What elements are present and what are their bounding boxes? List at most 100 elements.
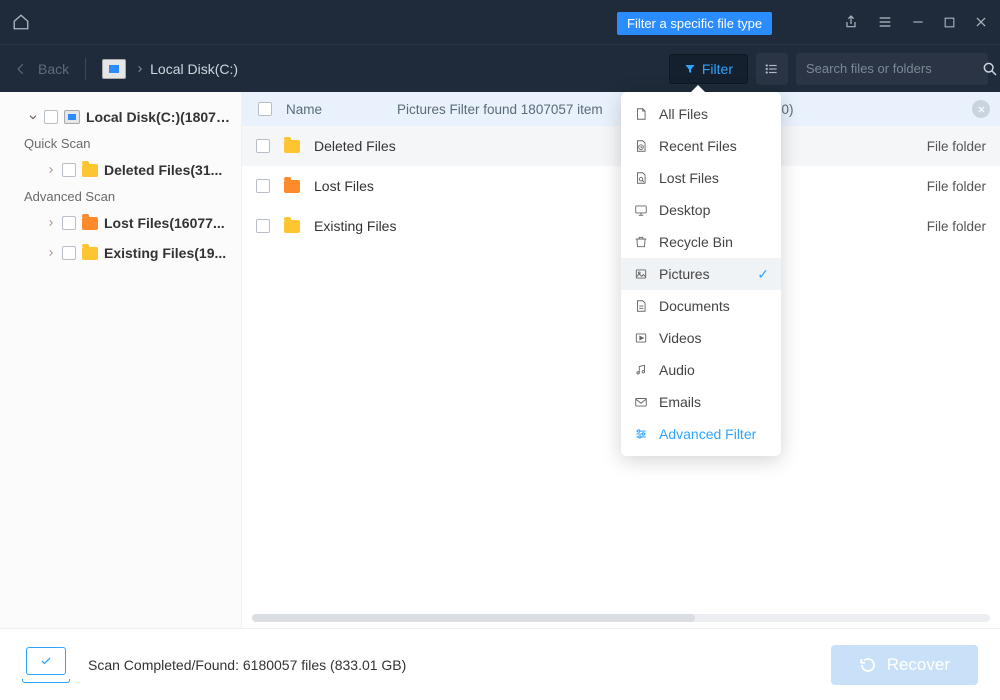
option-label: Pictures — [659, 266, 710, 282]
option-label: Documents — [659, 298, 730, 314]
sidebar: Local Disk(C:)(1807057) Quick Scan Delet… — [0, 92, 242, 628]
breadcrumb-text: Local Disk(C:) — [150, 61, 238, 77]
row-type: File folder — [927, 139, 986, 154]
folder-icon — [82, 247, 98, 260]
search-file-icon — [633, 170, 649, 186]
desktop-icon — [633, 202, 649, 218]
filter-option-recycle[interactable]: Recycle Bin — [621, 226, 781, 258]
option-label: Audio — [659, 362, 695, 378]
filter-option-videos[interactable]: Videos — [621, 322, 781, 354]
search-input[interactable] — [806, 61, 982, 76]
trash-icon — [633, 234, 649, 250]
checkbox[interactable] — [256, 179, 270, 193]
row-type: File folder — [927, 179, 986, 194]
clock-icon — [633, 138, 649, 154]
filter-label: Filter — [702, 61, 733, 77]
status-text: Scan Completed/Found: 6180057 files (833… — [88, 657, 406, 673]
chevron-right-icon[interactable] — [46, 218, 56, 228]
image-icon — [633, 266, 649, 282]
filter-option-pictures[interactable]: Pictures ✓ — [621, 258, 781, 290]
chevron-down-icon[interactable] — [28, 112, 38, 122]
tree-item[interactable]: Deleted Files(31... — [4, 155, 237, 185]
horizontal-scrollbar[interactable] — [252, 614, 990, 622]
laptop-icon — [22, 647, 70, 683]
folder-icon — [82, 164, 98, 177]
folder-icon — [82, 217, 98, 230]
titlebar — [0, 0, 1000, 44]
tree-item-label: Lost Files(16077... — [104, 215, 225, 231]
tree-group-label: Advanced Scan — [4, 185, 237, 208]
disk-icon — [64, 110, 80, 124]
checkbox[interactable] — [256, 139, 270, 153]
row-name: Lost Files — [314, 178, 374, 194]
tree-root-label: Local Disk(C:)(1807057) — [86, 109, 231, 125]
toolbar: Back Local Disk(C:) Filter — [0, 44, 1000, 92]
checkbox[interactable] — [44, 110, 58, 124]
tree-group-label: Quick Scan — [4, 132, 237, 155]
restore-icon — [859, 656, 877, 674]
recover-label: Recover — [887, 655, 950, 675]
checkbox[interactable] — [256, 219, 270, 233]
option-label: Recent Files — [659, 138, 737, 154]
chevron-right-icon[interactable] — [46, 165, 56, 175]
sliders-icon — [633, 426, 649, 442]
document-icon — [633, 298, 649, 314]
close-icon[interactable] — [974, 15, 988, 29]
folder-icon — [284, 220, 300, 233]
disk-icon — [102, 59, 126, 79]
home-icon[interactable] — [12, 13, 30, 31]
video-icon — [633, 330, 649, 346]
option-label: Lost Files — [659, 170, 719, 186]
folder-icon — [284, 180, 300, 193]
maximize-icon[interactable] — [943, 16, 956, 29]
tree-item-label: Existing Files(19... — [104, 245, 226, 261]
checkbox[interactable] — [62, 246, 76, 260]
select-all-checkbox[interactable] — [258, 102, 272, 116]
check-icon: ✓ — [757, 266, 769, 283]
option-label: Advanced Filter — [659, 426, 756, 442]
folder-icon — [284, 140, 300, 153]
search-icon[interactable] — [982, 61, 998, 77]
row-name: Deleted Files — [314, 138, 396, 154]
filter-button[interactable]: Filter — [669, 54, 748, 84]
filter-option-emails[interactable]: Emails — [621, 386, 781, 418]
checkbox[interactable] — [62, 216, 76, 230]
filter-advanced[interactable]: Advanced Filter — [621, 418, 781, 450]
file-icon — [633, 106, 649, 122]
view-toggle-button[interactable] — [756, 53, 788, 85]
breadcrumb[interactable]: Local Disk(C:) — [136, 61, 238, 77]
banner-close-icon[interactable] — [972, 100, 990, 118]
filter-option-all[interactable]: All Files — [621, 98, 781, 130]
row-name: Existing Files — [314, 218, 396, 234]
filter-option-documents[interactable]: Documents — [621, 290, 781, 322]
scrollbar-thumb[interactable] — [252, 614, 695, 622]
column-header-name[interactable]: Name — [286, 102, 322, 117]
filter-dropdown: All Files Recent Files Lost Files Deskto… — [621, 92, 781, 456]
banner-text: Pictures Filter found 1807057 item — [397, 102, 603, 117]
back-button[interactable]: Back — [12, 61, 69, 77]
row-type: File folder — [927, 219, 986, 234]
search-box[interactable] — [796, 53, 988, 85]
filter-option-desktop[interactable]: Desktop — [621, 194, 781, 226]
filter-option-audio[interactable]: Audio — [621, 354, 781, 386]
tree-item-label: Deleted Files(31... — [104, 162, 222, 178]
tree-item[interactable]: Existing Files(19... — [4, 238, 237, 268]
menu-icon[interactable] — [877, 14, 893, 30]
share-icon[interactable] — [843, 14, 859, 30]
checkbox[interactable] — [62, 163, 76, 177]
footer: Scan Completed/Found: 6180057 files (833… — [0, 628, 1000, 700]
recover-button[interactable]: Recover — [831, 645, 978, 685]
filter-option-recent[interactable]: Recent Files — [621, 130, 781, 162]
tree-item[interactable]: Lost Files(16077... — [4, 208, 237, 238]
tree-root[interactable]: Local Disk(C:)(1807057) — [4, 102, 237, 132]
filter-option-lost[interactable]: Lost Files — [621, 162, 781, 194]
option-label: Videos — [659, 330, 702, 346]
toolbar-separator — [85, 58, 86, 80]
option-label: All Files — [659, 106, 708, 122]
option-label: Desktop — [659, 202, 710, 218]
minimize-icon[interactable] — [911, 15, 925, 29]
option-label: Recycle Bin — [659, 234, 733, 250]
chevron-right-icon[interactable] — [46, 248, 56, 258]
option-label: Emails — [659, 394, 701, 410]
mail-icon — [633, 394, 649, 410]
